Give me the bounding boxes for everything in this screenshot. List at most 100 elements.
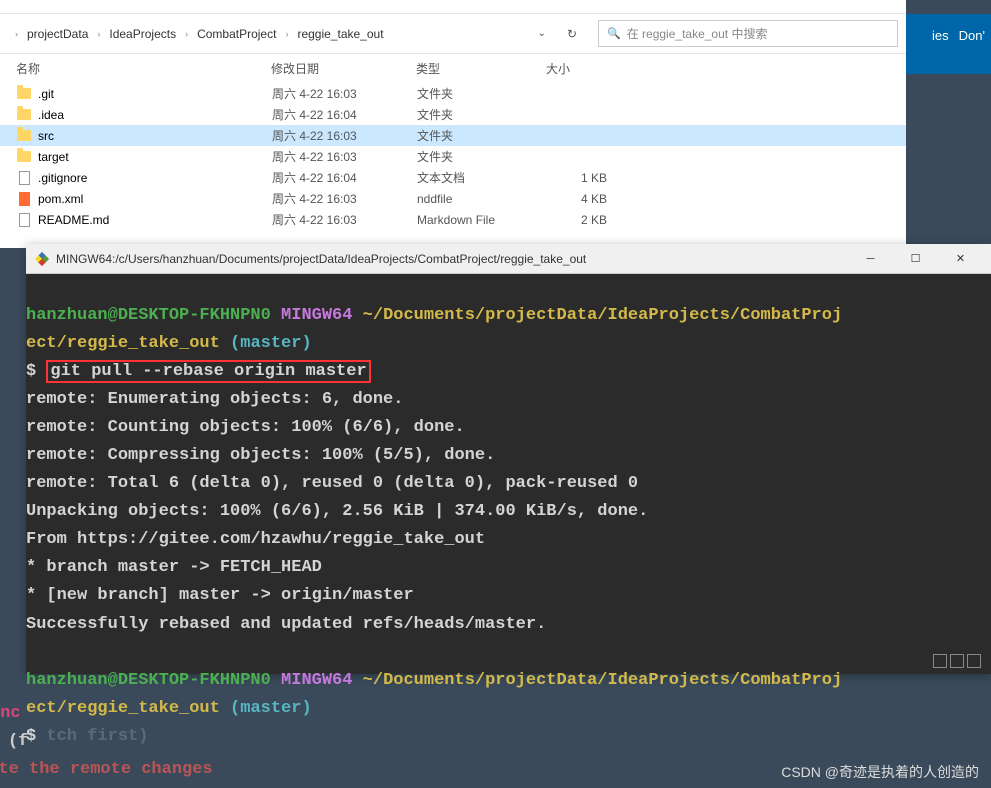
file-date: 周六 4-22 16:03: [272, 211, 417, 228]
column-headers: 名称 修改日期 类型 大小: [0, 53, 906, 83]
folder-icon: [16, 107, 32, 123]
prompt-dollar: $: [26, 727, 46, 746]
minimize-button[interactable]: ─: [848, 245, 893, 273]
markdown-file-icon: [16, 212, 32, 228]
chevron-right-icon: ›: [94, 29, 103, 39]
search-placeholder: 在 reggie_take_out 中搜索: [627, 25, 768, 42]
tray-icon: [933, 654, 947, 668]
xml-file-icon: [16, 191, 32, 207]
file-type: Markdown File: [417, 213, 547, 227]
window-controls: ─ ☐ ✕: [848, 245, 983, 273]
file-name: .idea: [38, 108, 272, 122]
folder-icon: [16, 128, 32, 144]
file-date: 周六 4-22 16:04: [272, 106, 417, 123]
git-command-highlighted: git pull --rebase origin master: [46, 360, 370, 383]
terminal-window: MINGW64:/c/Users/hanzhuan/Documents/proj…: [26, 244, 991, 674]
terminal-body[interactable]: hanzhuan@DESKTOP-FKHNPN0 MINGW64 ~/Docum…: [26, 274, 991, 751]
file-row[interactable]: .git周六 4-22 16:03文件夹: [0, 83, 906, 104]
prompt-user: hanzhuan@DESKTOP-FKHNPN0: [26, 671, 271, 690]
tray-icons: [933, 654, 981, 668]
terminal-output-line: Unpacking objects: 100% (6/6), 2.56 KiB …: [26, 498, 991, 526]
file-row[interactable]: pom.xml周六 4-22 16:03nddfile4 KB: [0, 188, 906, 209]
file-type: 文件夹: [417, 127, 547, 144]
file-row[interactable]: .idea周六 4-22 16:04文件夹: [0, 104, 906, 125]
tray-icon: [967, 654, 981, 668]
terminal-output-line: remote: Total 6 (delta 0), reused 0 (del…: [26, 470, 991, 498]
chevron-right-icon: ›: [182, 29, 191, 39]
folder-icon: [16, 149, 32, 165]
prompt-path: ~/Documents/projectData/IdeaProjects/Com…: [363, 671, 842, 690]
close-button[interactable]: ✕: [938, 245, 983, 273]
search-icon: 🔍: [607, 27, 621, 40]
file-row[interactable]: target周六 4-22 16:03文件夹: [0, 146, 906, 167]
file-explorer-window: › projectData › IdeaProjects › CombatPro…: [0, 0, 906, 248]
folder-icon: [16, 86, 32, 102]
column-type[interactable]: 类型: [416, 60, 546, 77]
breadcrumb-item[interactable]: reggie_take_out: [293, 25, 387, 43]
terminal-output-line: remote: Counting objects: 100% (6/6), do…: [26, 414, 991, 442]
file-type: 文本文档: [417, 169, 547, 186]
file-size: 2 KB: [547, 213, 627, 227]
watermark: CSDN @奇迹是执着的人创造的: [781, 762, 979, 782]
prompt-path-cont: ect/reggie_take_out: [26, 334, 220, 353]
maximize-button[interactable]: ☐: [893, 245, 938, 273]
browser-tab-fragment: ies Don': [906, 14, 991, 74]
prompt-env: MINGW64: [281, 671, 352, 690]
column-size[interactable]: 大小: [546, 60, 626, 77]
file-type: 文件夹: [417, 148, 547, 165]
tray-icon: [950, 654, 964, 668]
breadcrumb-item[interactable]: projectData: [23, 25, 92, 43]
file-date: 周六 4-22 16:03: [272, 148, 417, 165]
file-type: 文件夹: [417, 85, 547, 102]
prompt-branch: (master): [230, 699, 312, 718]
chevron-down-icon[interactable]: ⌄: [534, 28, 550, 39]
prompt-path: ~/Documents/projectData/IdeaProjects/Com…: [363, 306, 842, 325]
tab-text-fragment: ies: [932, 28, 949, 43]
explorer-menu-strip: [0, 0, 906, 14]
file-date: 周六 4-22 16:04: [272, 169, 417, 186]
terminal-title: MINGW64:/c/Users/hanzhuan/Documents/proj…: [56, 252, 848, 266]
tab-text-fragment: Don': [959, 28, 985, 43]
terminal-output-line: * branch master -> FETCH_HEAD: [26, 554, 991, 582]
file-list: .git周六 4-22 16:03文件夹.idea周六 4-22 16:04文件…: [0, 83, 906, 230]
terminal-output-line: Successfully rebased and updated refs/he…: [26, 611, 991, 639]
prompt-env: MINGW64: [281, 306, 352, 325]
bg-terminal-text: anc: [0, 700, 21, 728]
file-size: 1 KB: [547, 171, 627, 185]
prompt-dollar: $: [26, 362, 46, 381]
breadcrumb-item[interactable]: CombatProject: [193, 25, 280, 43]
terminal-output-line: remote: Enumerating objects: 6, done.: [26, 386, 991, 414]
file-row[interactable]: README.md周六 4-22 16:03Markdown File2 KB: [0, 209, 906, 230]
prompt-branch: (master): [230, 334, 312, 353]
file-date: 周六 4-22 16:03: [272, 190, 417, 207]
file-type: nddfile: [417, 192, 547, 206]
refresh-button[interactable]: ↻: [560, 22, 584, 46]
file-type: 文件夹: [417, 106, 547, 123]
cursor-fragment: tch first): [46, 727, 148, 746]
search-input[interactable]: 🔍 在 reggie_take_out 中搜索: [598, 20, 898, 47]
terminal-output-line: From https://gitee.com/hzawhu/reggie_tak…: [26, 526, 991, 554]
prompt-user: hanzhuan@DESKTOP-FKHNPN0: [26, 306, 271, 325]
file-row[interactable]: src周六 4-22 16:03文件夹: [0, 125, 906, 146]
column-date[interactable]: 修改日期: [271, 60, 416, 77]
file-name: README.md: [38, 213, 272, 227]
prompt-path-cont: ect/reggie_take_out: [26, 699, 220, 718]
file-date: 周六 4-22 16:03: [272, 127, 417, 144]
file-size: 4 KB: [547, 192, 627, 206]
terminal-output-line: remote: Compressing objects: 100% (5/5),…: [26, 442, 991, 470]
chevron-right-icon: ›: [12, 29, 21, 39]
breadcrumb[interactable]: › projectData › IdeaProjects › CombatPro…: [8, 23, 554, 45]
file-date: 周六 4-22 16:03: [272, 85, 417, 102]
file-row[interactable]: .gitignore周六 4-22 16:04文本文档1 KB: [0, 167, 906, 188]
bg-terminal-text: rate the remote changes: [0, 756, 213, 784]
file-name: pom.xml: [38, 192, 272, 206]
column-name[interactable]: 名称: [16, 60, 271, 77]
file-name: .git: [38, 87, 272, 101]
breadcrumb-item[interactable]: IdeaProjects: [105, 25, 180, 43]
file-icon: [16, 170, 32, 186]
chevron-right-icon: ›: [282, 29, 291, 39]
mingw-icon: [34, 251, 50, 267]
file-name: src: [38, 129, 272, 143]
terminal-titlebar[interactable]: MINGW64:/c/Users/hanzhuan/Documents/proj…: [26, 244, 991, 274]
terminal-output-line: * [new branch] master -> origin/master: [26, 582, 991, 610]
